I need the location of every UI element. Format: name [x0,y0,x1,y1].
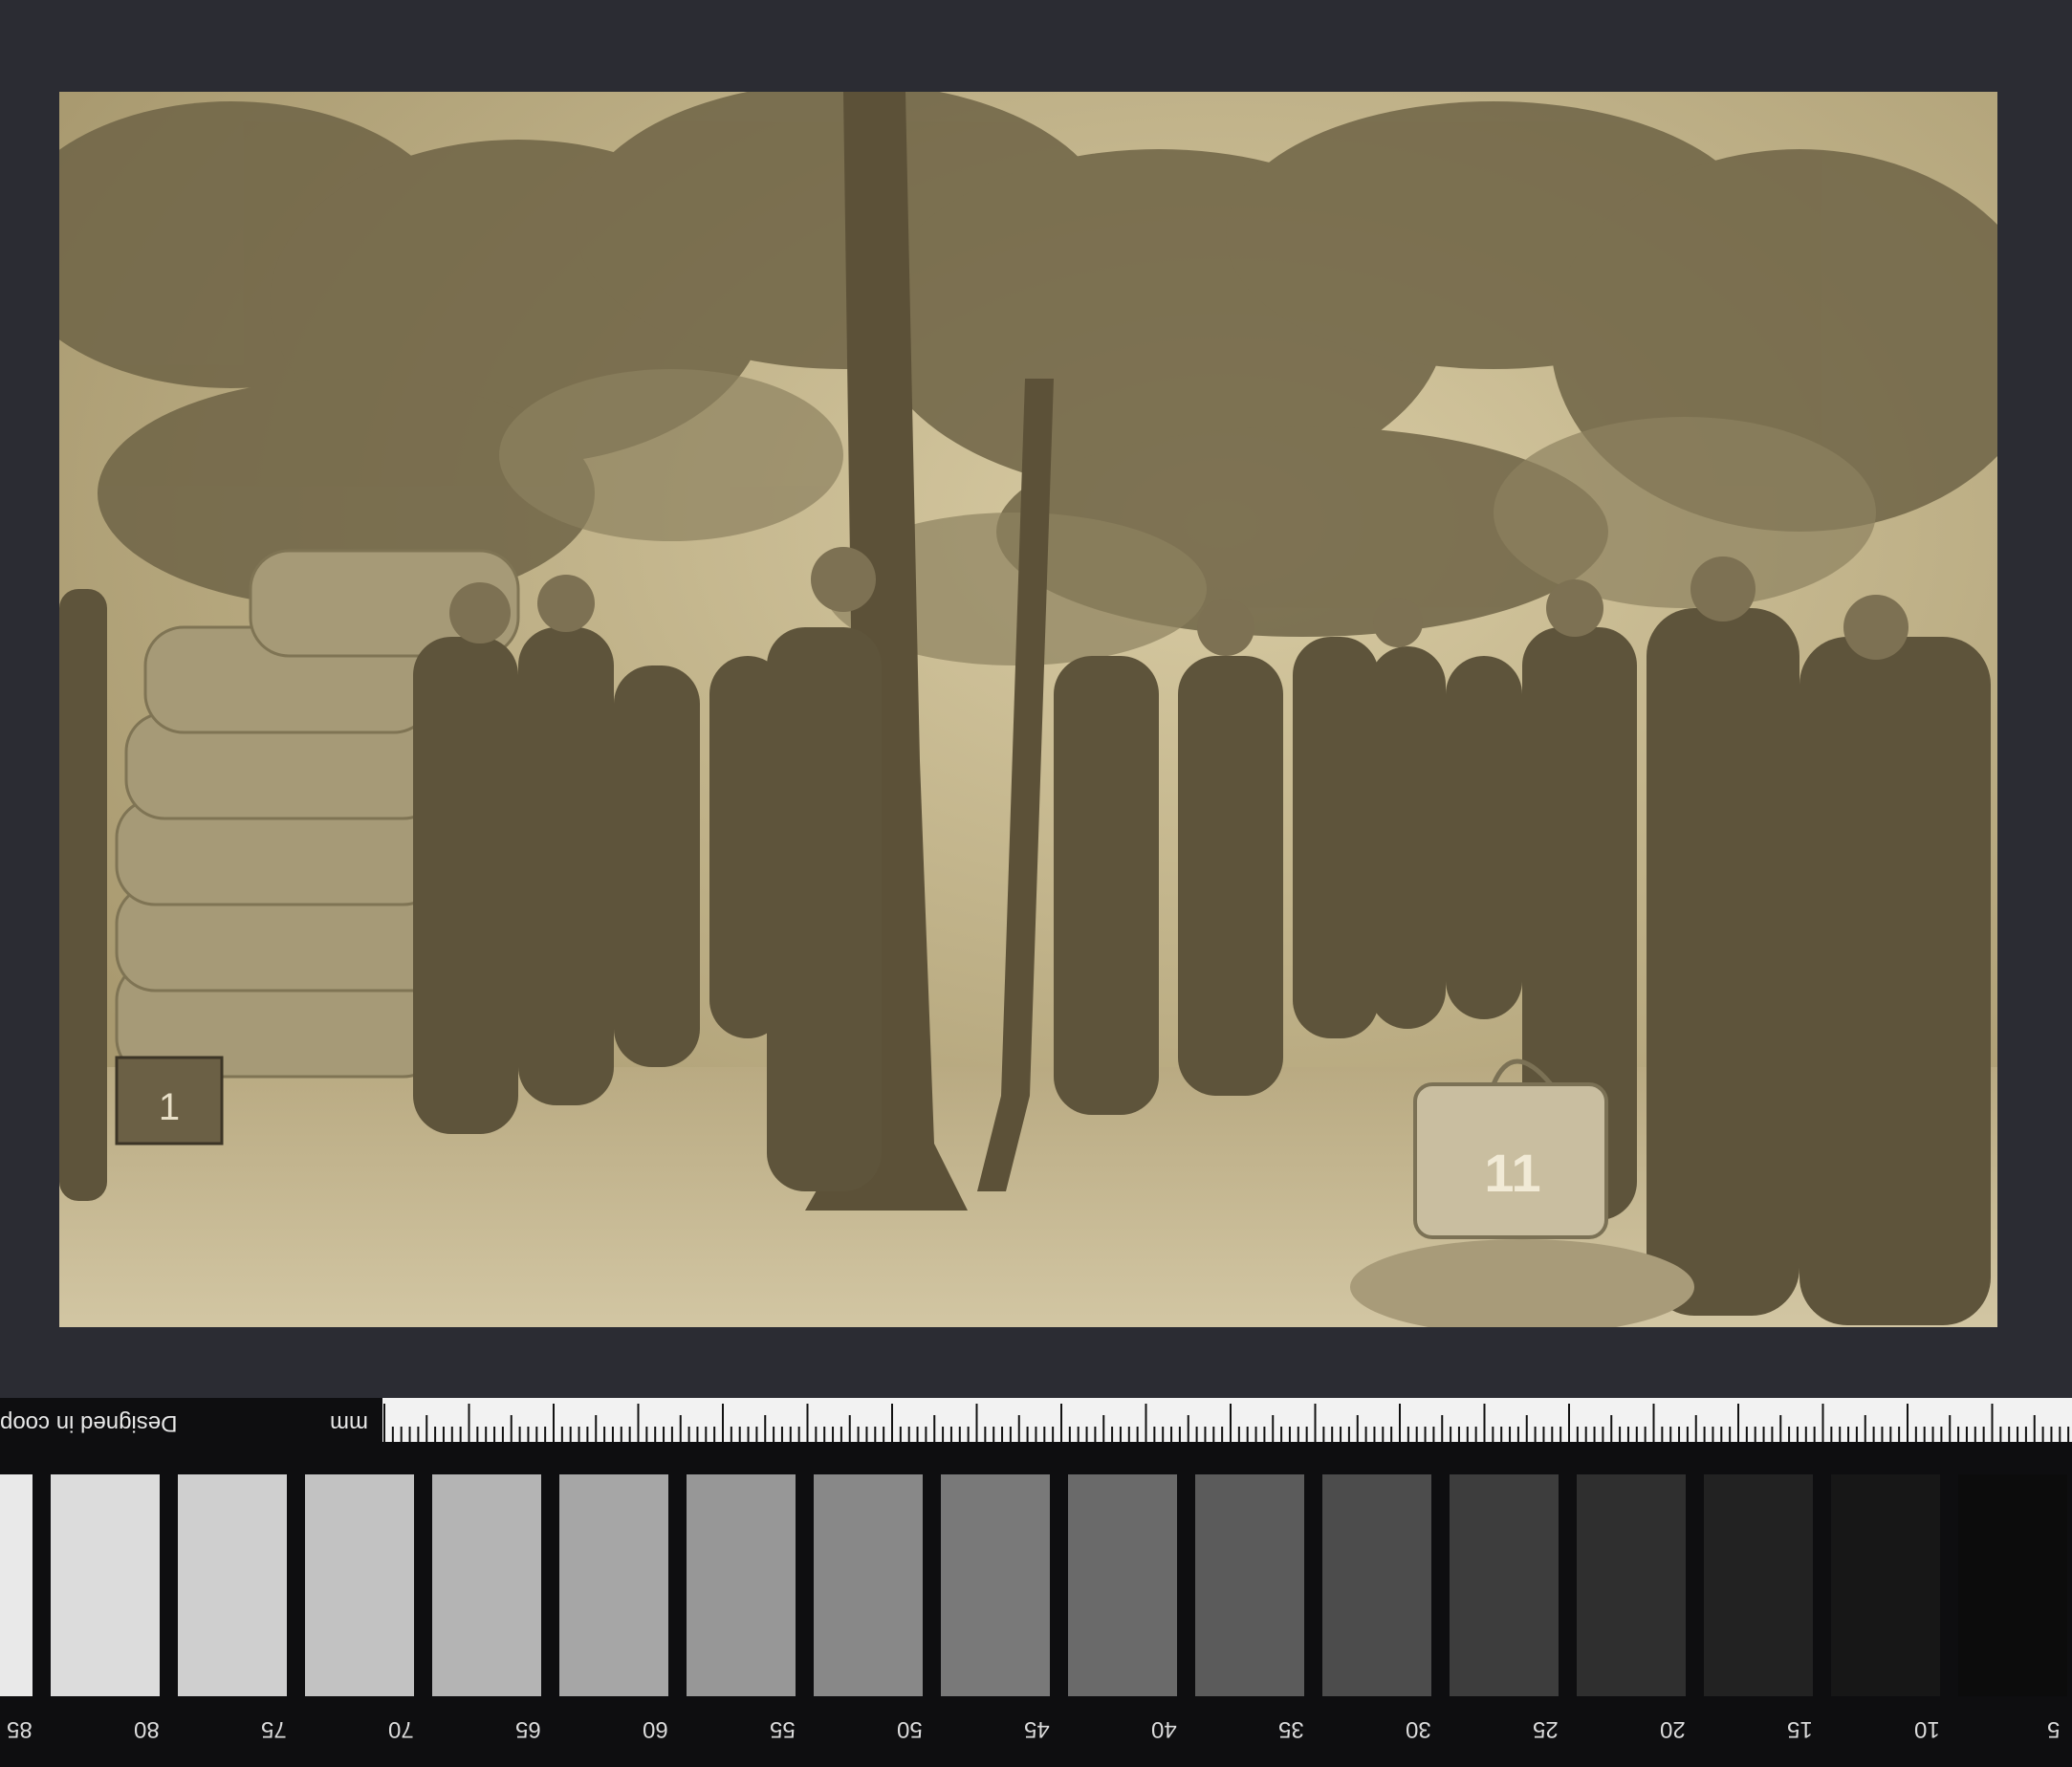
gray-patch [1704,1474,1813,1696]
gray-patch [432,1474,541,1696]
gray-patch [1068,1474,1177,1696]
unit-label: mm [330,1410,368,1436]
gray-patch [687,1474,796,1696]
scale-number: 70 [387,1716,414,1742]
bag-left: 1 [115,1056,224,1145]
scale-number: 15 [1786,1716,1813,1742]
scale-number: 55 [769,1716,796,1742]
bag-right-mark: 11 [1484,1143,1540,1203]
scale-number: 50 [896,1716,923,1742]
gray-patch [1831,1474,1940,1696]
gray-patch [1958,1474,2067,1696]
scale-number: 40 [1150,1716,1177,1742]
gray-patch [305,1474,414,1696]
scale-number: 30 [1405,1716,1431,1742]
gray-patch [0,1474,33,1696]
gray-patch [814,1474,923,1696]
sepia-photograph: 1 11 [59,92,1997,1327]
scale-number: 45 [1023,1716,1050,1742]
scale-numbers: 85 80 75 70 65 60 55 50 45 40 35 30 25 20 15 10 5 [0,1715,2072,1754]
scale-number: 65 [514,1716,541,1742]
scale-number: 25 [1532,1716,1559,1742]
gray-patch [178,1474,287,1696]
gray-patches [0,1474,2072,1704]
gray-patch [1450,1474,1559,1696]
gray-patch [941,1474,1050,1696]
gray-patch [1322,1474,1431,1696]
scale-number: 60 [642,1716,668,1742]
scale-number: 35 [1277,1716,1304,1742]
mm-ruler [382,1398,2072,1442]
bag-right: 11 [1413,1058,1608,1239]
gray-patch [51,1474,160,1696]
scale-number: 20 [1659,1716,1686,1742]
bag-left-mark: 1 [159,1086,180,1128]
scale-number: 10 [1913,1716,1940,1742]
ruler-ticks [383,1404,2070,1442]
gray-patch [559,1474,668,1696]
photo-scene: 1 11 [59,92,1997,1327]
ruler-label: Designed in coop mm [0,1398,382,1442]
gray-patch [1577,1474,1686,1696]
scale-number: 80 [133,1716,160,1742]
color-scale-bar: Designed in coop mm 85 80 75 70 65 60 55 50 45 40… [0,1398,2072,1767]
gray-patch [1195,1474,1304,1696]
scale-number: 5 [2047,1716,2061,1742]
credit-text: Designed in coop [0,1410,178,1436]
scale-number: 75 [260,1716,287,1742]
scale-number: 85 [6,1716,33,1742]
